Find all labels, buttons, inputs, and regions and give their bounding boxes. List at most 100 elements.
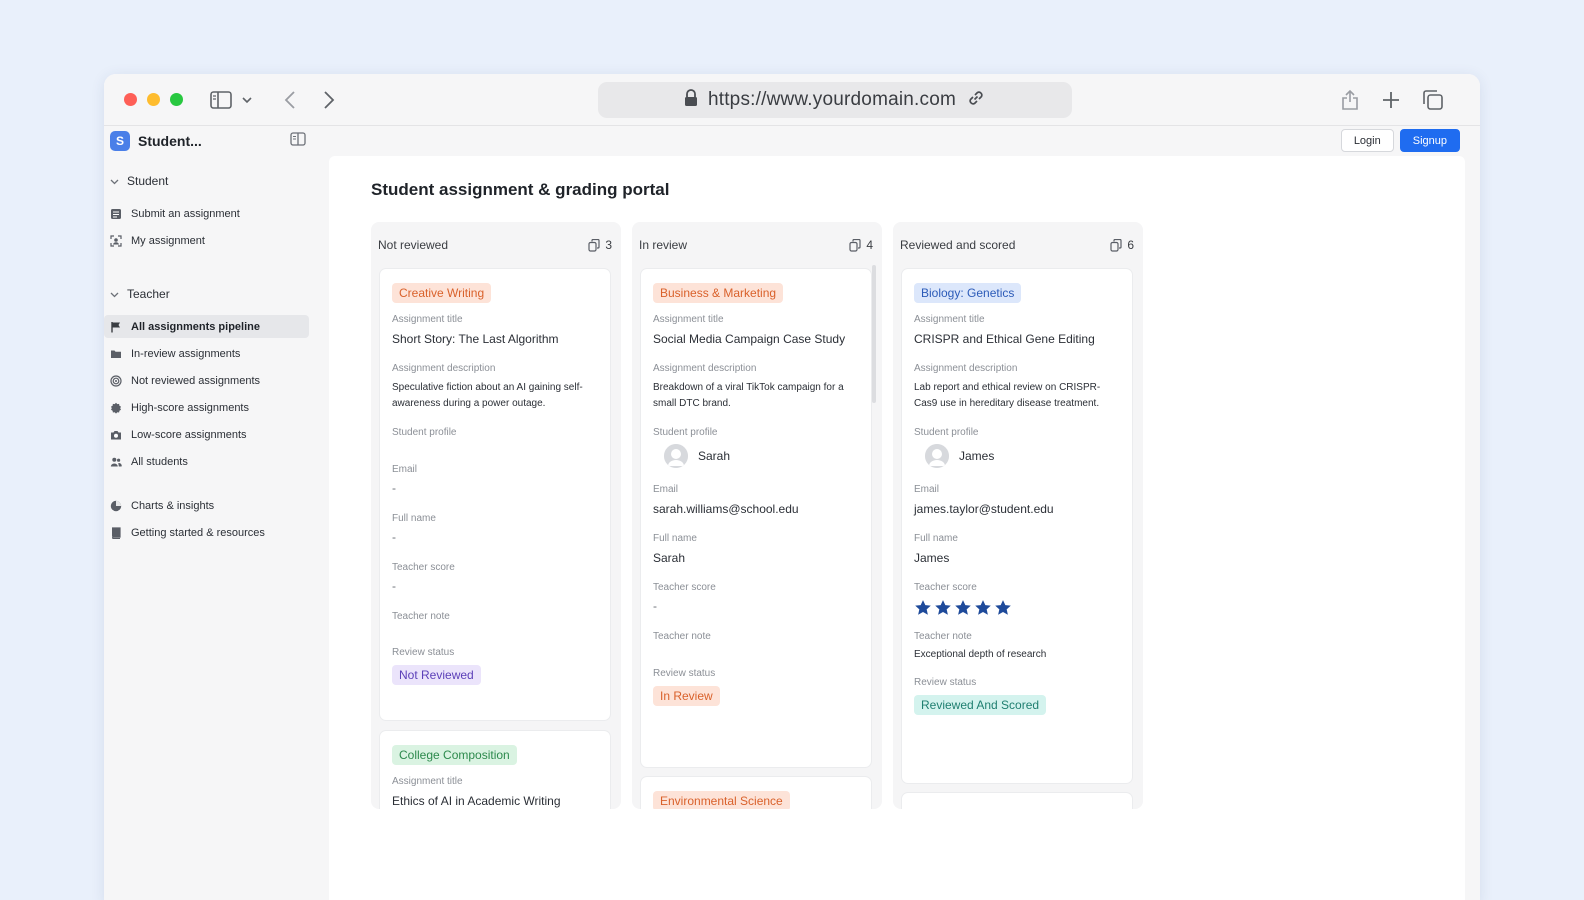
sidebar-item-label: Getting started & resources — [131, 526, 265, 539]
teacher-score-value: - — [653, 599, 657, 613]
app-logo: S — [110, 131, 130, 151]
field-label: Review status — [392, 647, 455, 658]
column-title: Reviewed and scored — [900, 238, 1016, 252]
sidebar-item-in-review-assignments[interactable]: In-review assignments — [104, 342, 309, 365]
url-text: https://www.yourdomain.com — [707, 89, 957, 110]
assignment-card[interactable]: Environmental Science — [640, 776, 872, 809]
link-icon[interactable] — [966, 88, 986, 113]
page-title: Student assignment & grading portal — [371, 180, 670, 199]
field-label: Assignment description — [914, 363, 1018, 374]
tab-overview-icon[interactable] — [1420, 87, 1446, 113]
avatar — [925, 444, 949, 468]
field-label: Review status — [914, 676, 977, 688]
assignment-card[interactable]: Biology: Genetics Assignment title CRISP… — [901, 268, 1133, 784]
address-bar[interactable]: https://www.yourdomain.com — [598, 82, 1072, 118]
assignment-title: Short Story: The Last Algorithm — [392, 332, 559, 346]
app-name: Student... — [138, 133, 202, 149]
sidebar-item-all-students[interactable]: All students — [104, 450, 309, 473]
login-button[interactable]: Login — [1340, 129, 1394, 152]
field-label: Full name — [653, 533, 697, 544]
sidebar-item-not-reviewed-assignments[interactable]: Not reviewed assignments — [104, 369, 309, 392]
column-header: In review 4 — [639, 236, 873, 254]
subject-tag: Environmental Science — [653, 791, 790, 809]
column-scrollbar[interactable] — [872, 265, 876, 403]
chevron-down-icon — [110, 174, 119, 188]
chevron-down-icon[interactable] — [239, 87, 255, 113]
main-content: Student assignment & grading portal Not … — [329, 156, 1465, 900]
field-label: Student profile — [914, 427, 979, 438]
auth-buttons: Login Signup — [1340, 129, 1460, 152]
field-label: Teacher score — [914, 582, 977, 593]
assignment-card[interactable]: Creative Writing Assignment title Short … — [379, 268, 611, 721]
sidebar-item-label: All assignments pipeline — [131, 320, 260, 333]
full-name-value: James — [914, 551, 950, 565]
signup-button[interactable]: Signup — [1399, 129, 1460, 152]
copy-icon — [849, 238, 861, 252]
sidebar-item-submit-assignment[interactable]: Submit an assignment — [104, 202, 309, 225]
minimize-window-button[interactable] — [147, 93, 160, 106]
column-count: 3 — [588, 238, 612, 252]
assignment-description: Lab report and ethical review on CRISPR-… — [914, 382, 1101, 409]
back-arrow-icon[interactable] — [277, 87, 303, 113]
field-label: Email — [914, 484, 940, 495]
kanban-column-not-reviewed: Not reviewed 3 Creative Writing Assignme… — [371, 222, 621, 809]
student-profile[interactable]: James — [925, 444, 1120, 468]
sidebar-item-label: In-review assignments — [131, 347, 241, 360]
assignment-card[interactable] — [901, 792, 1133, 809]
sidebar-item-label: Submit an assignment — [131, 207, 240, 220]
kanban-column-reviewed-and-scored: Reviewed and scored 6 Biology: Genetics … — [893, 222, 1143, 809]
field-label: Teacher note — [653, 631, 711, 642]
sidebar-item-charts-insights[interactable]: Charts & insights — [104, 494, 309, 517]
column-count-value: 4 — [866, 238, 873, 252]
sidebar-item-label: Not reviewed assignments — [131, 374, 261, 387]
sidebar-item-all-assignments-pipeline[interactable]: All assignments pipeline — [104, 315, 309, 338]
maximize-window-button[interactable] — [170, 93, 183, 106]
chart-icon — [110, 500, 122, 511]
assignment-card[interactable]: Business & Marketing Assignment title So… — [640, 268, 872, 768]
star-icon — [975, 600, 991, 615]
section-student-toggle[interactable]: Student — [110, 174, 168, 188]
sidebar-item-label: Low-score assignments — [131, 428, 247, 441]
kanban-column-in-review: In review 4 Business & Marketing Assignm… — [632, 222, 882, 809]
share-icon[interactable] — [1337, 87, 1363, 113]
section-teacher-toggle[interactable]: Teacher — [110, 287, 170, 301]
badge-icon — [111, 402, 121, 414]
subject-tag: College Composition — [392, 745, 517, 765]
assignment-card[interactable]: College Composition Assignment title Eth… — [379, 730, 611, 809]
sidebar-item-getting-started[interactable]: Getting started & resources — [104, 521, 309, 544]
new-tab-icon[interactable] — [1378, 87, 1404, 113]
assignment-description: Breakdown of a viral TikTok campaign for… — [653, 382, 844, 409]
field-label: Assignment title — [653, 314, 724, 325]
subject-tag: Creative Writing — [392, 283, 492, 303]
full-name-value: - — [392, 530, 396, 544]
field-label: Full name — [914, 533, 958, 544]
avatar — [664, 444, 688, 468]
target-user-icon — [110, 234, 122, 247]
assignment-title: Ethics of AI in Academic Writing — [392, 794, 561, 808]
section-student-label: Student — [127, 174, 169, 188]
sidebar: S Student... Student Submit an assignmen… — [104, 126, 328, 900]
field-label: Teacher note — [914, 631, 972, 642]
lock-icon — [684, 88, 698, 112]
collapse-sidebar-icon[interactable] — [290, 132, 306, 148]
sidebar-item-label: All students — [131, 455, 188, 468]
app-brand[interactable]: S Student... — [110, 130, 202, 152]
close-window-button[interactable] — [124, 93, 137, 106]
folder-icon — [111, 350, 121, 358]
column-header: Not reviewed 3 — [378, 236, 612, 254]
column-count-value: 6 — [1127, 238, 1134, 252]
chevron-down-icon — [110, 287, 119, 301]
student-profile[interactable]: Sarah — [664, 444, 859, 468]
sidebar-item-my-assignment[interactable]: My assignment — [104, 229, 309, 252]
sidebar-item-high-score-assignments[interactable]: High-score assignments — [104, 396, 309, 419]
column-count: 4 — [849, 238, 873, 252]
sidebar-toggle-icon[interactable] — [208, 87, 234, 113]
sidebar-item-low-score-assignments[interactable]: Low-score assignments — [104, 423, 309, 446]
section-teacher-label: Teacher — [127, 287, 170, 301]
field-label: Assignment description — [392, 363, 496, 374]
forward-arrow-icon[interactable] — [316, 87, 342, 113]
star-icon — [915, 600, 931, 615]
field-label: Assignment title — [914, 314, 985, 325]
student-name: Sarah — [698, 449, 731, 463]
copy-icon — [588, 238, 600, 252]
